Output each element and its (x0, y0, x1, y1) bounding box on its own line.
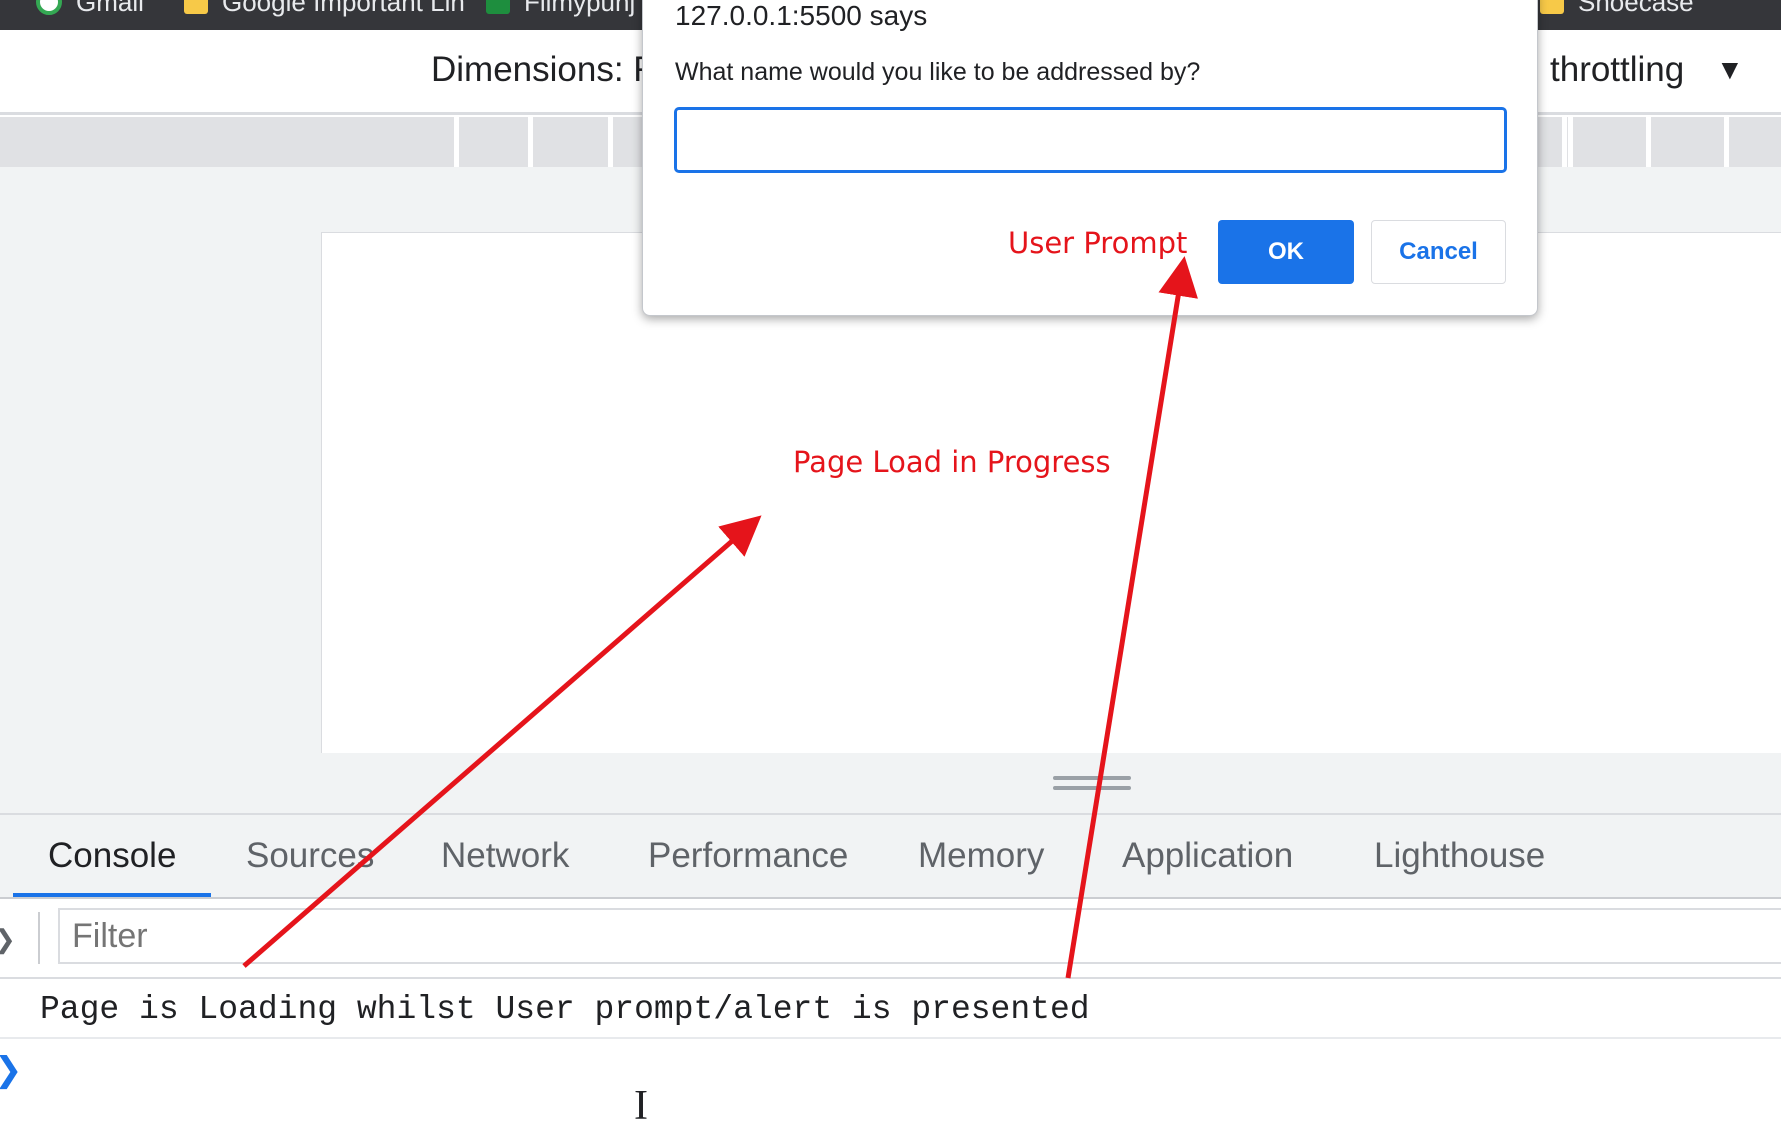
bookmark-label: Gmail (76, 0, 144, 17)
tab-lighthouse[interactable]: Lighthouse (1374, 836, 1545, 876)
tab-network[interactable]: Network (441, 836, 569, 876)
console-prompt-icon[interactable]: ❯ (0, 1050, 23, 1090)
sidebar-toggle-icon[interactable]: ❯ (0, 924, 16, 955)
bookmark-label: Google Important Lin (222, 0, 465, 17)
throttling-dropdown[interactable]: throttling (1550, 50, 1684, 90)
prompt-input[interactable] (674, 107, 1507, 173)
bookmark-gmail[interactable]: Gmail (36, 0, 144, 17)
resize-handle-area (321, 753, 1781, 813)
active-tab-indicator (13, 893, 211, 897)
tab-memory[interactable]: Memory (918, 836, 1044, 876)
console-divider (0, 1037, 1781, 1039)
bookmark-label: Filmypunj (524, 0, 636, 17)
folder-icon (184, 0, 208, 14)
dimensions-dropdown[interactable]: Dimensions: R (431, 50, 659, 90)
ok-button[interactable]: OK (1218, 220, 1354, 284)
resize-handle[interactable] (1053, 776, 1131, 794)
tab-performance[interactable]: Performance (648, 836, 848, 876)
text-cursor-icon: I (634, 1083, 648, 1129)
google-circle-icon (36, 0, 62, 15)
bookmark-google-important[interactable]: Google Important Lin (184, 0, 465, 17)
tab-console[interactable]: Console (48, 836, 176, 876)
annotation-page-load: Page Load in Progress (793, 445, 1111, 479)
console-log-message: Page is Loading whilst User prompt/alert… (40, 991, 1090, 1028)
dialog-message: What name would you like to be addressed… (675, 58, 1201, 86)
bookmark-label: Shoecase (1578, 0, 1694, 17)
filter-input[interactable] (58, 908, 1781, 964)
tab-sources[interactable]: Sources (246, 836, 374, 876)
chevron-down-icon[interactable]: ▼ (1716, 54, 1744, 86)
toolbar-divider (38, 912, 40, 964)
bookmark-shoecase[interactable]: Shoecase (1540, 0, 1694, 17)
cancel-button[interactable]: Cancel (1371, 220, 1506, 284)
folder-icon (1540, 0, 1564, 14)
tab-application[interactable]: Application (1122, 836, 1293, 876)
bookmark-filmypunj[interactable]: Filmypunj (486, 0, 636, 17)
meet-icon (486, 0, 510, 14)
annotation-user-prompt: User Prompt (1008, 226, 1188, 260)
dialog-title: 127.0.0.1:5500 says (675, 0, 928, 31)
